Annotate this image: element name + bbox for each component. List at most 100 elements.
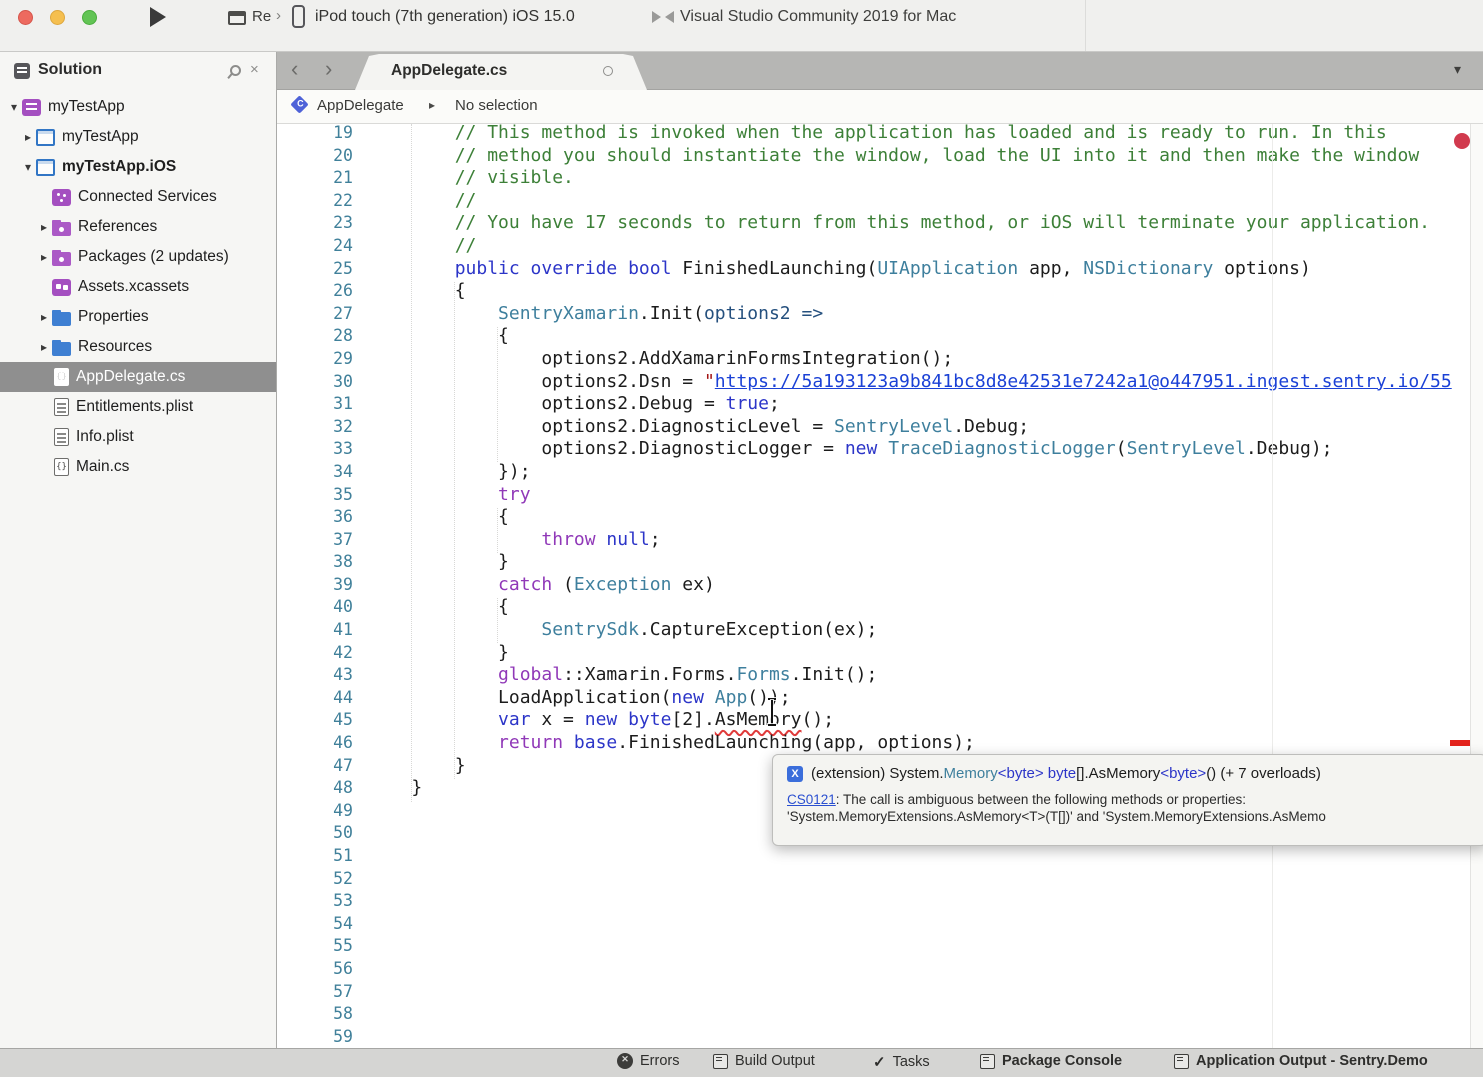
code-line[interactable]: // method you should instantiate the win… (368, 145, 1483, 168)
dock-item-errors[interactable]: Errors (617, 1053, 679, 1069)
code-line[interactable]: public override bool FinishedLaunching(U… (368, 258, 1483, 281)
dock-item-build-output[interactable]: Build Output (713, 1053, 815, 1069)
close-window-button[interactable] (18, 10, 33, 25)
disclosure-triangle-icon[interactable]: ▾ (20, 160, 36, 174)
code-line[interactable]: // (368, 190, 1483, 213)
tab-list-dropdown-icon[interactable]: ▾ (1454, 61, 1461, 78)
plist-file-icon (54, 428, 69, 446)
dock-item-package-console[interactable]: Package Console (980, 1053, 1122, 1069)
tree-item-references[interactable]: ▸ References (0, 212, 276, 242)
code-line[interactable]: options2.DiagnosticLevel = SentryLevel.D… (368, 416, 1483, 439)
line-number: 26 (277, 280, 368, 303)
code-line[interactable]: { (368, 325, 1483, 348)
code-area[interactable]: // This method is invoked when the appli… (368, 124, 1483, 1048)
line-number: 30 (277, 371, 368, 394)
code-line[interactable]: try (368, 484, 1483, 507)
code-line[interactable]: SentrySdk.CaptureException(ex); (368, 619, 1483, 642)
close-icon[interactable]: × (250, 61, 259, 78)
search-input[interactable]: ˅ Press '^,' to search (1085, 0, 1483, 51)
code-line[interactable]: var x = new byte[2].AsMemory(); (368, 709, 1483, 732)
tab-appdelegate[interactable]: AppDelegate.cs (355, 54, 647, 90)
code-line[interactable]: { (368, 506, 1483, 529)
line-number: 28 (277, 325, 368, 348)
tree-item-assets-xcassets[interactable]: Assets.xcassets (0, 272, 276, 302)
code-line[interactable]: // This method is invoked when the appli… (368, 124, 1483, 145)
connected-icon (52, 189, 71, 206)
code-line[interactable]: // (368, 235, 1483, 258)
code-line[interactable]: }); (368, 461, 1483, 484)
tab-modified-indicator[interactable] (603, 66, 613, 76)
console-icon (980, 1054, 995, 1069)
code-line[interactable]: catch (Exception ex) (368, 574, 1483, 597)
tree-item-connected-services[interactable]: Connected Services (0, 182, 276, 212)
tree-item-packages-2-updates-[interactable]: ▸Packages (2 updates) (0, 242, 276, 272)
code-line[interactable] (368, 1003, 1483, 1026)
minimize-window-button[interactable] (50, 10, 65, 25)
pin-icon[interactable] (228, 65, 240, 77)
tree-item-resources[interactable]: ▸Resources (0, 332, 276, 362)
code-line[interactable]: global::Xamarin.Forms.Forms.Init(); (368, 664, 1483, 687)
console-icon (713, 1054, 728, 1069)
code-line[interactable]: } (368, 642, 1483, 665)
editor-scrollbar[interactable] (1470, 124, 1483, 1048)
disclosure-triangle-icon[interactable]: ▸ (36, 250, 52, 264)
solution-icon (22, 99, 41, 116)
tree-item-info-plist[interactable]: Info.plist (0, 422, 276, 452)
indent-guide (497, 598, 498, 643)
code-line[interactable]: { (368, 280, 1483, 303)
code-line[interactable] (368, 890, 1483, 913)
tree-item-entitlements-plist[interactable]: Entitlements.plist (0, 392, 276, 422)
code-line[interactable]: LoadApplication(new App()); (368, 687, 1483, 710)
tree-item-label: Assets.xcassets (78, 278, 189, 296)
line-number: 46 (277, 732, 368, 755)
device-selector[interactable]: iPod touch (7th generation) iOS 15.0 (315, 8, 575, 26)
disclosure-triangle-icon[interactable]: ▸ (36, 220, 52, 234)
code-line[interactable]: SentryXamarin.Init(options2 => (368, 303, 1483, 326)
tree-item-label: Properties (78, 308, 149, 326)
code-line[interactable] (368, 845, 1483, 868)
breadcrumb-selection[interactable]: No selection (455, 97, 538, 114)
zoom-window-button[interactable] (82, 10, 97, 25)
disclosure-triangle-icon[interactable]: ▸ (20, 130, 36, 144)
line-number: 45 (277, 709, 368, 732)
tree-item-main-cs[interactable]: Main.cs (0, 452, 276, 482)
code-line[interactable]: { (368, 596, 1483, 619)
code-line[interactable] (368, 958, 1483, 981)
navigate-back-button[interactable]: ‹ (291, 56, 298, 82)
code-line[interactable]: options2.Dsn = "https://5a193123a9b841bc… (368, 371, 1483, 394)
code-line[interactable] (368, 913, 1483, 936)
build-configuration-selector[interactable]: Re (252, 8, 271, 25)
disclosure-triangle-icon[interactable]: ▸ (36, 310, 52, 324)
tree-item-mytestapp[interactable]: ▸myTestApp (0, 122, 276, 152)
tree-item-mytestapp-ios[interactable]: ▾myTestApp.iOS (0, 152, 276, 182)
code-line[interactable] (368, 981, 1483, 1004)
code-line[interactable]: throw null; (368, 529, 1483, 552)
tree-item-mytestapp[interactable]: ▾myTestApp (0, 92, 276, 122)
code-line[interactable]: // visible. (368, 167, 1483, 190)
dock-item-application-output-sentry-demo[interactable]: Application Output - Sentry.Demo (1174, 1053, 1428, 1069)
code-editor[interactable]: 1920212223242526272829303132333435363738… (277, 124, 1483, 1048)
extension-method-icon: X (787, 766, 803, 782)
navigate-forward-button[interactable]: › (325, 56, 332, 82)
breadcrumb-class[interactable]: AppDelegate (317, 97, 404, 114)
code-line[interactable] (368, 1026, 1483, 1048)
code-line[interactable]: options2.DiagnosticLogger = new TraceDia… (368, 438, 1483, 461)
disclosure-triangle-icon[interactable]: ▸ (36, 340, 52, 354)
code-line[interactable]: options2.AddXamarinFormsIntegration(); (368, 348, 1483, 371)
solution-pad-header: Solution × (0, 52, 276, 90)
dock-item-label: Application Output - Sentry.Demo (1196, 1053, 1428, 1069)
tree-item-label: References (78, 218, 157, 236)
tree-item-properties[interactable]: ▸ Properties (0, 302, 276, 332)
code-line[interactable] (368, 868, 1483, 891)
error-code-link[interactable]: CS0121 (787, 792, 836, 807)
code-line[interactable]: } (368, 551, 1483, 574)
code-line[interactable]: options2.Debug = true; (368, 393, 1483, 416)
disclosure-triangle-icon[interactable]: ▾ (6, 100, 22, 114)
dock-item-tasks[interactable]: ✓Tasks (873, 1053, 930, 1071)
code-line[interactable]: return base.FinishedLaunching(app, optio… (368, 732, 1483, 755)
tree-item-appdelegate-cs[interactable]: AppDelegate.cs (0, 362, 276, 392)
line-number: 21 (277, 167, 368, 190)
code-line[interactable] (368, 935, 1483, 958)
code-line[interactable]: // You have 17 seconds to return from th… (368, 212, 1483, 235)
run-button[interactable] (150, 7, 166, 27)
